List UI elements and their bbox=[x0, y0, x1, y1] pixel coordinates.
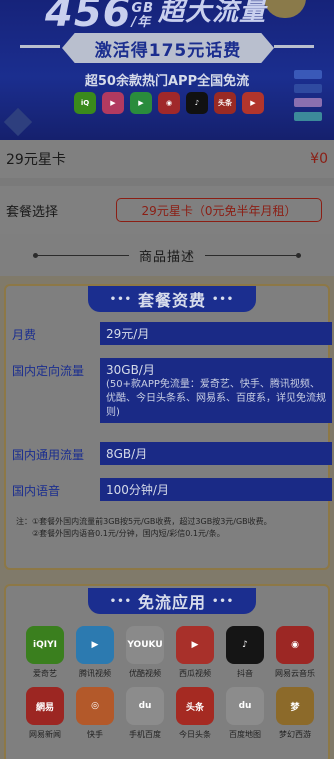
app-label: 手机百度 bbox=[129, 730, 161, 739]
toutiao-icon: 头条 bbox=[176, 687, 214, 725]
app-tile: du 百度地图 bbox=[220, 687, 270, 740]
xigua-icon: ▶ bbox=[242, 92, 264, 114]
netease-music-icon: ◉ bbox=[276, 626, 314, 664]
baidu-icon: du bbox=[126, 687, 164, 725]
app-label: 抖音 bbox=[237, 669, 253, 678]
spec-row-voice: 国内语音 100分钟/月 bbox=[12, 478, 332, 501]
free-apps-header: ••• 免流应用 ••• bbox=[88, 588, 256, 614]
banner-ribbon: 激活得175元话费 bbox=[62, 33, 274, 63]
netease-news-icon: 網易 bbox=[26, 687, 64, 725]
spec-key: 国内通用流量 bbox=[12, 448, 85, 462]
kuaishou-icon: ◎ bbox=[76, 687, 114, 725]
plan-row: 29元星卡 ¥0 bbox=[0, 140, 334, 178]
plan-price: ¥0 bbox=[310, 151, 328, 167]
app-tile: 梦梦幻西游 bbox=[270, 687, 320, 740]
spec-key: 国内定向流量 bbox=[12, 364, 85, 378]
tencent-video-icon: ▶ bbox=[76, 626, 114, 664]
netease-music-icon: ◉ bbox=[158, 92, 180, 114]
ribbon-text: 激活得175元话费 bbox=[94, 40, 242, 61]
toutiao-icon: 头条 bbox=[214, 92, 236, 114]
headline-unit: GB/年 bbox=[131, 1, 155, 30]
spec-value: 30GB/月 (50+款APP免流量：爱奇艺、快手、腾讯视频、优酷、今日头条系、… bbox=[100, 358, 332, 423]
package-option-button[interactable]: 29元星卡（0元免半年月租） bbox=[116, 198, 322, 222]
promo-banner: 456GB/年 超大流量 激活得175元话费 超50余款热门APP全国免流 iQ ▶… bbox=[0, 0, 334, 140]
app-label: 西瓜视频 bbox=[179, 669, 211, 678]
video-app-icon: ▶ bbox=[102, 92, 124, 114]
spec-row-general-data: 国内通用流量 8GB/月 bbox=[12, 442, 332, 465]
note-line: ②套餐外国内语音0.1元/分钟，国内短/彩信0.1元/条。 bbox=[16, 529, 225, 538]
app-label: 快手 bbox=[87, 730, 103, 739]
spec-key: 国内语音 bbox=[12, 484, 61, 498]
iqiyi-icon: iQIYI bbox=[26, 626, 64, 664]
title-line-right bbox=[205, 252, 301, 258]
app-tile: 網易 网易新闻 bbox=[20, 687, 70, 740]
server-stack-decoration bbox=[290, 66, 326, 126]
app-label: 今日头条 bbox=[179, 730, 211, 739]
app-tile: YOUKU 优酷视频 bbox=[120, 626, 170, 679]
fee-panel-header: ••• 套餐资费 ••• bbox=[88, 286, 256, 312]
spec-value: 100分钟/月 bbox=[100, 478, 332, 501]
spec-detail: (50+款APP免流量：爱奇艺、快手、腾讯视频、优酷、今日头条系、网易系、百度系… bbox=[106, 379, 326, 418]
app-label: 百度地图 bbox=[229, 730, 261, 739]
headline-suffix: 超大流量 bbox=[158, 0, 267, 27]
app-tile: ▶ 腾讯视频 bbox=[70, 626, 120, 679]
note-line: 注：①套餐外国内流量前3GB按5元/GB收费，超过3GB按3元/GB收费。 bbox=[16, 517, 272, 526]
ribbon-wing-left bbox=[20, 45, 60, 48]
app-tile: ♪ 抖音 bbox=[220, 626, 270, 679]
gold-badge-decoration bbox=[264, 0, 306, 18]
plan-name: 29元星卡 bbox=[6, 152, 66, 168]
app-label: 爱奇艺 bbox=[33, 669, 57, 678]
title-line-left bbox=[32, 252, 129, 258]
banner-app-strip: iQ ▶ ▶ ◉ ♪ 头条 ▶ bbox=[74, 92, 264, 114]
xigua-icon: ▶ bbox=[176, 626, 214, 664]
spec-value: 8GB/月 bbox=[100, 442, 332, 465]
free-apps-panel: ••• 免流应用 ••• iQIYI 爱奇艺 ▶ 腾讯视频 YOUKU 优酷视频 ▶ 西瓜视频… bbox=[0, 576, 334, 759]
app-tile: ▶ 西瓜视频 bbox=[170, 626, 220, 679]
fee-panel-inner: ••• 套餐资费 ••• 月费 29元/月 国内定向流量 30GB/月 (50+… bbox=[4, 284, 332, 570]
baidu-map-icon: du bbox=[226, 687, 264, 725]
package-row: 套餐选择 29元星卡（0元免半年月租） bbox=[0, 186, 334, 234]
package-label: 套餐选择 bbox=[6, 204, 59, 220]
app-tile: iQIYI 爱奇艺 bbox=[20, 626, 70, 679]
cube-decoration bbox=[3, 107, 33, 137]
banner-subtitle: 超50余款热门APP全国免流 bbox=[84, 74, 250, 89]
free-apps-inner: ••• 免流应用 ••• iQIYI 爱奇艺 ▶ 腾讯视频 YOUKU 优酷视频 ▶ 西瓜视频… bbox=[4, 584, 330, 759]
spec-value: 29元/月 bbox=[100, 322, 332, 345]
banner-headline: 456GB/年 超大流量 bbox=[45, 0, 266, 36]
section-title-text: 商品描述 bbox=[138, 249, 195, 265]
app-label: 网易云音乐 bbox=[275, 669, 315, 678]
douyin-icon: ♪ bbox=[186, 92, 208, 114]
fee-panel-title: 套餐资费 bbox=[137, 291, 206, 310]
section-title: 商品描述 bbox=[0, 240, 334, 270]
app-label: 优酷视频 bbox=[129, 669, 161, 678]
spec-row-directed-data: 国内定向流量 30GB/月 (50+款APP免流量：爱奇艺、快手、腾讯视频、优酷… bbox=[12, 358, 332, 423]
iqiyi-icon: iQ bbox=[74, 92, 96, 114]
app-label: 腾讯视频 bbox=[79, 669, 111, 678]
tencent-video-icon: ▶ bbox=[130, 92, 152, 114]
free-apps-grid: iQIYI 爱奇艺 ▶ 腾讯视频 YOUKU 优酷视频 ▶ 西瓜视频 ♪ 抖音 ◉ 网易云音乐 網易 网易… bbox=[20, 626, 320, 740]
divider bbox=[0, 178, 334, 186]
headline-number: 456 bbox=[45, 0, 132, 36]
menghuan-icon: 梦 bbox=[276, 687, 314, 725]
spec-key: 月费 bbox=[12, 328, 37, 342]
app-label: 网易新闻 bbox=[29, 730, 61, 739]
free-apps-title: 免流应用 bbox=[137, 593, 206, 612]
fee-panel: ••• 套餐资费 ••• 月费 29元/月 国内定向流量 30GB/月 (50+… bbox=[0, 276, 334, 576]
fee-notes: 注：①套餐外国内流量前3GB按5元/GB收费，超过3GB按3元/GB收费。 ②套… bbox=[16, 516, 326, 540]
app-tile: du 手机百度 bbox=[120, 687, 170, 740]
ribbon-wing-right bbox=[274, 45, 314, 48]
app-tile: ◎ 快手 bbox=[70, 687, 120, 740]
douyin-icon: ♪ bbox=[226, 626, 264, 664]
app-tile: ◉ 网易云音乐 bbox=[270, 626, 320, 679]
spec-row-monthly-fee: 月费 29元/月 bbox=[12, 322, 332, 345]
youku-icon: YOUKU bbox=[126, 626, 164, 664]
app-tile: 头条 今日头条 bbox=[170, 687, 220, 740]
app-label: 梦幻西游 bbox=[279, 730, 311, 739]
